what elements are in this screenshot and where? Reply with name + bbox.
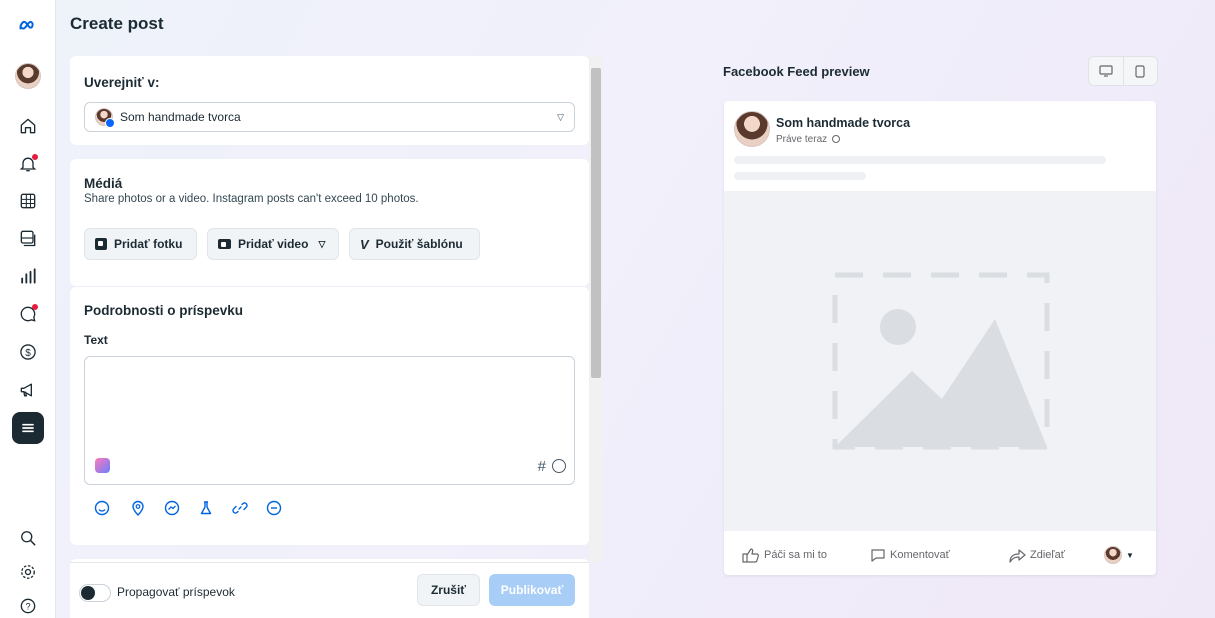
facebook-feed-preview: Som handmade tvorca Práve teraz Páči sa … [724,101,1156,575]
feeling-icon[interactable] [94,500,110,516]
form-footer: Propagovať príspevok Zrušiť Publikovať [70,562,589,618]
photo-icon [95,238,107,250]
publish-to-title: Uverejniť v: [84,75,160,90]
media-subtitle: Share photos or a video. Instagram posts… [84,193,419,205]
notification-dot [32,304,38,310]
post-details-title: Podrobnosti o príspevku [84,303,244,318]
scrollbar-thumb[interactable] [591,68,601,378]
inbox-icon[interactable] [12,298,44,330]
preview-device-switch [1088,56,1158,86]
ads-icon[interactable] [12,374,44,406]
link-icon[interactable] [232,500,248,516]
lab-icon[interactable] [198,500,214,516]
notifications-icon[interactable] [12,148,44,180]
messenger-icon[interactable] [164,500,180,516]
hashtag-icon[interactable]: # [538,458,546,475]
like-label: Páči sa mi to [764,549,827,561]
preview-actions: Páči sa mi to Komentovať Zdieľať ▼ [724,541,1156,569]
avatar [1104,546,1122,564]
help-icon[interactable]: ? [12,590,44,618]
comment-icon [871,548,885,562]
preview-timestamp: Práve teraz [776,134,840,145]
avatar [734,111,770,147]
meta-logo-icon[interactable] [12,10,44,42]
chevron-down-icon: ▽ [318,238,326,249]
desktop-icon[interactable] [1089,57,1123,85]
chevron-down-icon: ▽ [557,111,564,122]
account-select-value: Som handmade tvorca [120,110,241,124]
content-icon[interactable] [12,222,44,254]
image-placeholder-icon [832,272,1050,450]
add-video-button[interactable]: Pridať video ▽ [207,228,339,260]
svg-text:?: ? [25,601,30,611]
caret-down-icon: ▼ [1126,550,1134,560]
left-nav: $ ? [0,0,56,618]
avatar [15,63,41,89]
post-text-field[interactable]: # [84,356,575,485]
publish-to-card: Uverejniť v: Som handmade tvorca ▽ [70,56,589,145]
preview-time-text: Práve teraz [776,134,828,145]
monetization-icon[interactable]: $ [12,336,44,368]
template-icon: V [360,236,369,252]
text-placeholder-line [734,172,866,180]
mobile-icon[interactable] [1122,57,1158,85]
share-label: Zdieľať [1030,549,1065,561]
create-post-form: Uverejniť v: Som handmade tvorca ▽ Médiá… [70,56,589,618]
boost-toggle[interactable] [79,584,111,602]
settings-icon[interactable] [12,556,44,588]
share-action: Zdieľať [1009,548,1065,563]
facebook-icon [105,118,115,128]
more-options-icon[interactable] [266,500,282,516]
comment-action: Komentovať [870,548,950,563]
share-icon [1009,548,1026,563]
form-scrollbar[interactable] [589,56,603,562]
home-icon[interactable] [12,110,44,142]
notification-dot [32,154,38,160]
comment-label: Komentovať [890,549,950,561]
search-icon[interactable] [12,522,44,554]
like-action: Páči sa mi to [742,547,827,563]
media-title: Médiá [84,176,123,191]
profile-avatar[interactable] [12,60,44,92]
insights-icon[interactable] [12,260,44,292]
thumbs-up-icon [742,548,759,563]
profile-switcher: ▼ [1104,546,1134,564]
use-template-button[interactable]: V Použiť šablónu [349,228,480,260]
menu-icon[interactable] [12,412,44,444]
emoji-icon[interactable] [552,459,566,473]
page-avatar [95,108,115,128]
publish-button[interactable]: Publikovať [489,574,575,606]
account-select[interactable]: Som handmade tvorca ▽ [84,102,575,132]
svg-text:$: $ [25,348,31,359]
media-card: Médiá Share photos or a video. Instagram… [70,159,589,286]
add-video-label: Pridať video [238,237,309,251]
add-photo-button[interactable]: Pridať fotku [84,228,197,260]
boost-label: Propagovať príspevok [117,585,235,599]
video-icon [218,239,231,249]
add-photo-label: Pridať fotku [114,237,183,251]
image-placeholder [724,191,1156,531]
preview-page-name: Som handmade tvorca [776,116,911,130]
location-icon[interactable] [130,500,146,516]
globe-icon [831,135,840,143]
page-title: Create post [70,14,164,33]
text-label: Text [84,333,108,347]
preview-title: Facebook Feed preview [723,64,870,79]
use-template-label: Použiť šablónu [375,237,463,251]
ai-assistant-icon[interactable] [95,458,110,473]
grid-icon[interactable] [12,185,44,217]
text-placeholder-line [734,156,1106,164]
cancel-button[interactable]: Zrušiť [417,574,480,606]
